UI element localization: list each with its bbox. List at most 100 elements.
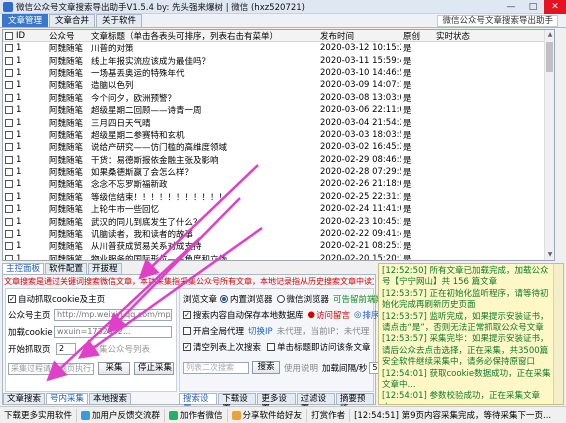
row-checkbox[interactable]	[5, 254, 13, 260]
download-more-link[interactable]: 下载更多实用软件	[0, 408, 78, 422]
row-id[interactable]: 1	[3, 179, 47, 189]
row-title[interactable]: 今个问夕，欧洲预警？	[89, 92, 318, 104]
scroll-up-icon[interactable]: ▲	[545, 30, 554, 40]
row-title[interactable]: 造脑以色列	[89, 79, 318, 91]
search-button[interactable]: 搜索	[252, 361, 280, 374]
row-id[interactable]: 1	[3, 68, 47, 78]
row-id[interactable]: 1	[3, 93, 47, 103]
table-row[interactable]: 1阿魏随笔一场基丢奥运的特殊年代2020-03-10 14:46:52是	[3, 67, 554, 79]
row-checkbox[interactable]	[5, 81, 13, 90]
row-title[interactable]: 超级星期二参赛特和玄机	[89, 129, 318, 141]
table-row[interactable]: 1阿魏随笔讥脑读者，我和读者的故事2020-02-22 09:41:43是	[3, 228, 554, 240]
table-row[interactable]: 1阿魏随笔从川普获成贸易关系对成支持2020-02-21 08:25:36是	[3, 240, 554, 252]
table-row[interactable]: 1阿魏随笔上轮牛市一些回忆2020-02-24 11:41:07是	[3, 203, 554, 215]
row-title[interactable]: 念念不忘罗斯福新政	[89, 178, 318, 190]
feedback-group-link[interactable]: 加用户反馈交流群	[77, 408, 166, 422]
table-row[interactable]: 1阿魏随笔今个问夕，欧洲预警？2020-03-08 13:03:01是	[3, 92, 554, 104]
header-time[interactable]: 发布时间	[318, 30, 401, 42]
row-title[interactable]: 上轮牛市一些回忆	[89, 203, 318, 215]
header-title[interactable]: 文章标题（单击各表头可排序，列表右击有菜单）	[89, 30, 318, 42]
row-id[interactable]: 1	[3, 80, 47, 90]
record-link[interactable]: 访问留言	[316, 309, 350, 321]
tab-filter-settings[interactable]: 过滤设置	[296, 393, 335, 414]
tab-account-collect[interactable]: 号内采集	[46, 393, 89, 404]
row-checkbox[interactable]	[5, 168, 13, 177]
keyword-input[interactable]: 列表二次搜索	[183, 361, 249, 374]
row-checkbox[interactable]	[5, 180, 13, 189]
table-row[interactable]: 1阿魏随笔干货：易德斯报依金融主张及影响2020-02-29 08:46:58是	[3, 154, 554, 166]
row-title[interactable]: 三月四日天气晴	[89, 117, 318, 129]
auto-mode-checkbox[interactable]	[8, 295, 16, 303]
proxy-checkbox[interactable]	[183, 327, 191, 335]
tab-article-manage[interactable]: 文章管理	[2, 14, 49, 27]
row-checkbox[interactable]	[5, 130, 13, 139]
log-panel[interactable]: [12:52:50] 所有文章已加载完成，加载公众号【宁宁网山】共 156 篇文…	[378, 263, 564, 405]
use-rule-link[interactable]: 使用说明	[284, 362, 318, 374]
row-id[interactable]: 1	[3, 229, 47, 239]
article-table[interactable]: ID 公众号 文章标题（单击各表头可排序，列表右击有菜单） 发布时间 原创 实时…	[2, 29, 555, 261]
tab-main-panel[interactable]: 主控面板	[2, 263, 45, 274]
row-id[interactable]: 1	[3, 105, 47, 115]
row-id[interactable]: 1	[3, 204, 47, 214]
maximize-button[interactable]: □	[522, 0, 544, 14]
sort-link[interactable]: 排序	[362, 309, 379, 321]
single-click-checkbox[interactable]	[267, 343, 276, 351]
table-row[interactable]: 1阿魏随笔念念不忘罗斯福新政2020-02-26 21:18:09是	[3, 178, 554, 190]
row-checkbox[interactable]	[5, 68, 13, 77]
row-id[interactable]: 1	[3, 43, 47, 53]
row-title[interactable]: 等级信结束！！！！！！！！！！！	[89, 191, 318, 203]
tab-local-search[interactable]: 本地搜索	[89, 393, 132, 404]
log-scrollbar[interactable]	[553, 264, 563, 404]
row-checkbox[interactable]	[5, 242, 13, 251]
auto-save-checkbox[interactable]	[183, 311, 191, 319]
row-checkbox[interactable]	[5, 230, 13, 239]
row-id[interactable]: 1	[3, 56, 47, 66]
row-checkbox[interactable]	[5, 56, 13, 65]
table-row[interactable]: 1阿魏随笔线上年报实流应该成为最佳吗？2020-03-11 15:59:47是	[3, 54, 554, 67]
tab-extra[interactable]: 开拔程	[88, 263, 122, 274]
scroll-down-icon[interactable]: ▼	[545, 250, 554, 260]
row-id[interactable]: 1	[3, 192, 47, 202]
tab-article-merge[interactable]: 文章合并	[49, 14, 96, 27]
table-row[interactable]: 1阿魏随笔超级星期二参赛特和玄机2020-03-03 18:03:52是	[3, 129, 554, 141]
row-title[interactable]: 武汉的同儿到底发生了什么？	[89, 216, 318, 228]
tab-about[interactable]: 关于软件	[96, 14, 143, 27]
row-title[interactable]: 讥脑读者，我和读者的故事	[89, 228, 318, 240]
tab-more-settings[interactable]: 更多设置	[257, 393, 296, 414]
row-title[interactable]: 线上年报实流应该成为最佳吗？	[89, 55, 318, 67]
row-checkbox[interactable]	[5, 106, 13, 115]
row-checkbox[interactable]	[5, 192, 13, 201]
header-account[interactable]: 公众号	[47, 30, 89, 42]
row-checkbox[interactable]	[5, 217, 13, 226]
tab-article-search[interactable]: 文章搜索	[3, 393, 46, 404]
row-checkbox[interactable]	[5, 93, 13, 102]
switch-ip-link[interactable]: 切换IP	[248, 325, 273, 337]
row-checkbox[interactable]	[5, 205, 13, 214]
row-checkbox[interactable]	[5, 44, 13, 53]
header-status[interactable]: 实时状态	[434, 30, 554, 42]
tab-search-settings[interactable]: 搜索设置	[179, 393, 218, 414]
header-original[interactable]: 原创	[401, 30, 434, 42]
row-checkbox[interactable]	[5, 143, 13, 152]
row-title[interactable]: 超级星期二回顾——诗青一周	[89, 104, 318, 116]
row-id[interactable]: 1	[3, 167, 47, 177]
table-row[interactable]: 1阿魏随笔超级星期二回顾——诗青一周2020-03-06 22:11:07是	[3, 104, 554, 116]
clear-list-checkbox[interactable]	[183, 343, 191, 351]
tab-summary-preview[interactable]: 摘要预览	[335, 393, 375, 414]
start-page-input[interactable]: 2	[56, 343, 76, 355]
collect-button[interactable]: 采集	[98, 362, 130, 375]
table-row[interactable]: 1阿魏随笔等级信结束！！！！！！！！！！！2020-02-25 22:31:17…	[3, 191, 554, 203]
row-id[interactable]: 1	[3, 254, 47, 260]
stop-collect-button[interactable]: 停止采集	[134, 362, 174, 375]
row-id[interactable]: 1	[3, 118, 47, 128]
row-id[interactable]: 1	[3, 241, 47, 251]
donate-link[interactable]: 打赏作者	[307, 408, 351, 422]
table-scrollbar[interactable]: ▲ ▼	[544, 30, 554, 260]
internal-browser-radio[interactable]	[220, 295, 229, 303]
table-row[interactable]: 1阿魏随笔物业服务的国际形位——角度和立场2020-02-20 15:20:35…	[3, 253, 554, 260]
row-title[interactable]: 一场基丢奥运的特殊年代	[89, 67, 318, 79]
table-row[interactable]: 1阿魏随笔川普的对策2020-03-12 10:15:24是	[3, 42, 554, 54]
wechat-browser-radio[interactable]	[276, 295, 285, 303]
account-input[interactable]: http://mp.weixin.qq.com/mp/pro	[54, 309, 172, 321]
row-title[interactable]: 说给产研究——仿门槛的高维度领域	[89, 141, 318, 153]
